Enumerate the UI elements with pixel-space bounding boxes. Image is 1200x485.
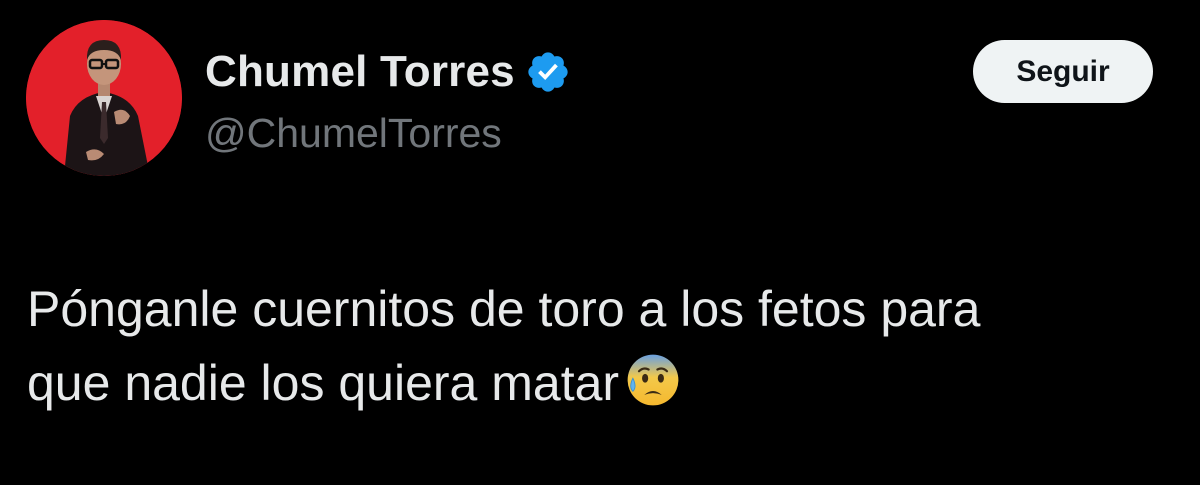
avatar-image (26, 20, 182, 176)
tweet-text-line: que nadie los quiera matar (27, 346, 1177, 420)
verified-badge-icon[interactable] (525, 49, 571, 95)
tweet-text: Pónganle cuernitos de toro a los fetos p… (27, 272, 1177, 420)
display-name[interactable]: Chumel Torres (205, 47, 515, 97)
tweet-card: Chumel Torres @ChumelTorres Seguir Pónga… (0, 0, 1200, 485)
tweet-text-line: Pónganle cuernitos de toro a los fetos p… (27, 281, 981, 337)
follow-button[interactable]: Seguir (973, 40, 1153, 103)
avatar[interactable] (26, 20, 182, 176)
anxious-face-with-sweat-emoji-icon (625, 352, 681, 408)
tweet-text-line-content: que nadie los quiera matar (27, 355, 620, 411)
author-row: Chumel Torres (205, 42, 571, 102)
user-handle[interactable]: @ChumelTorres (205, 110, 502, 157)
